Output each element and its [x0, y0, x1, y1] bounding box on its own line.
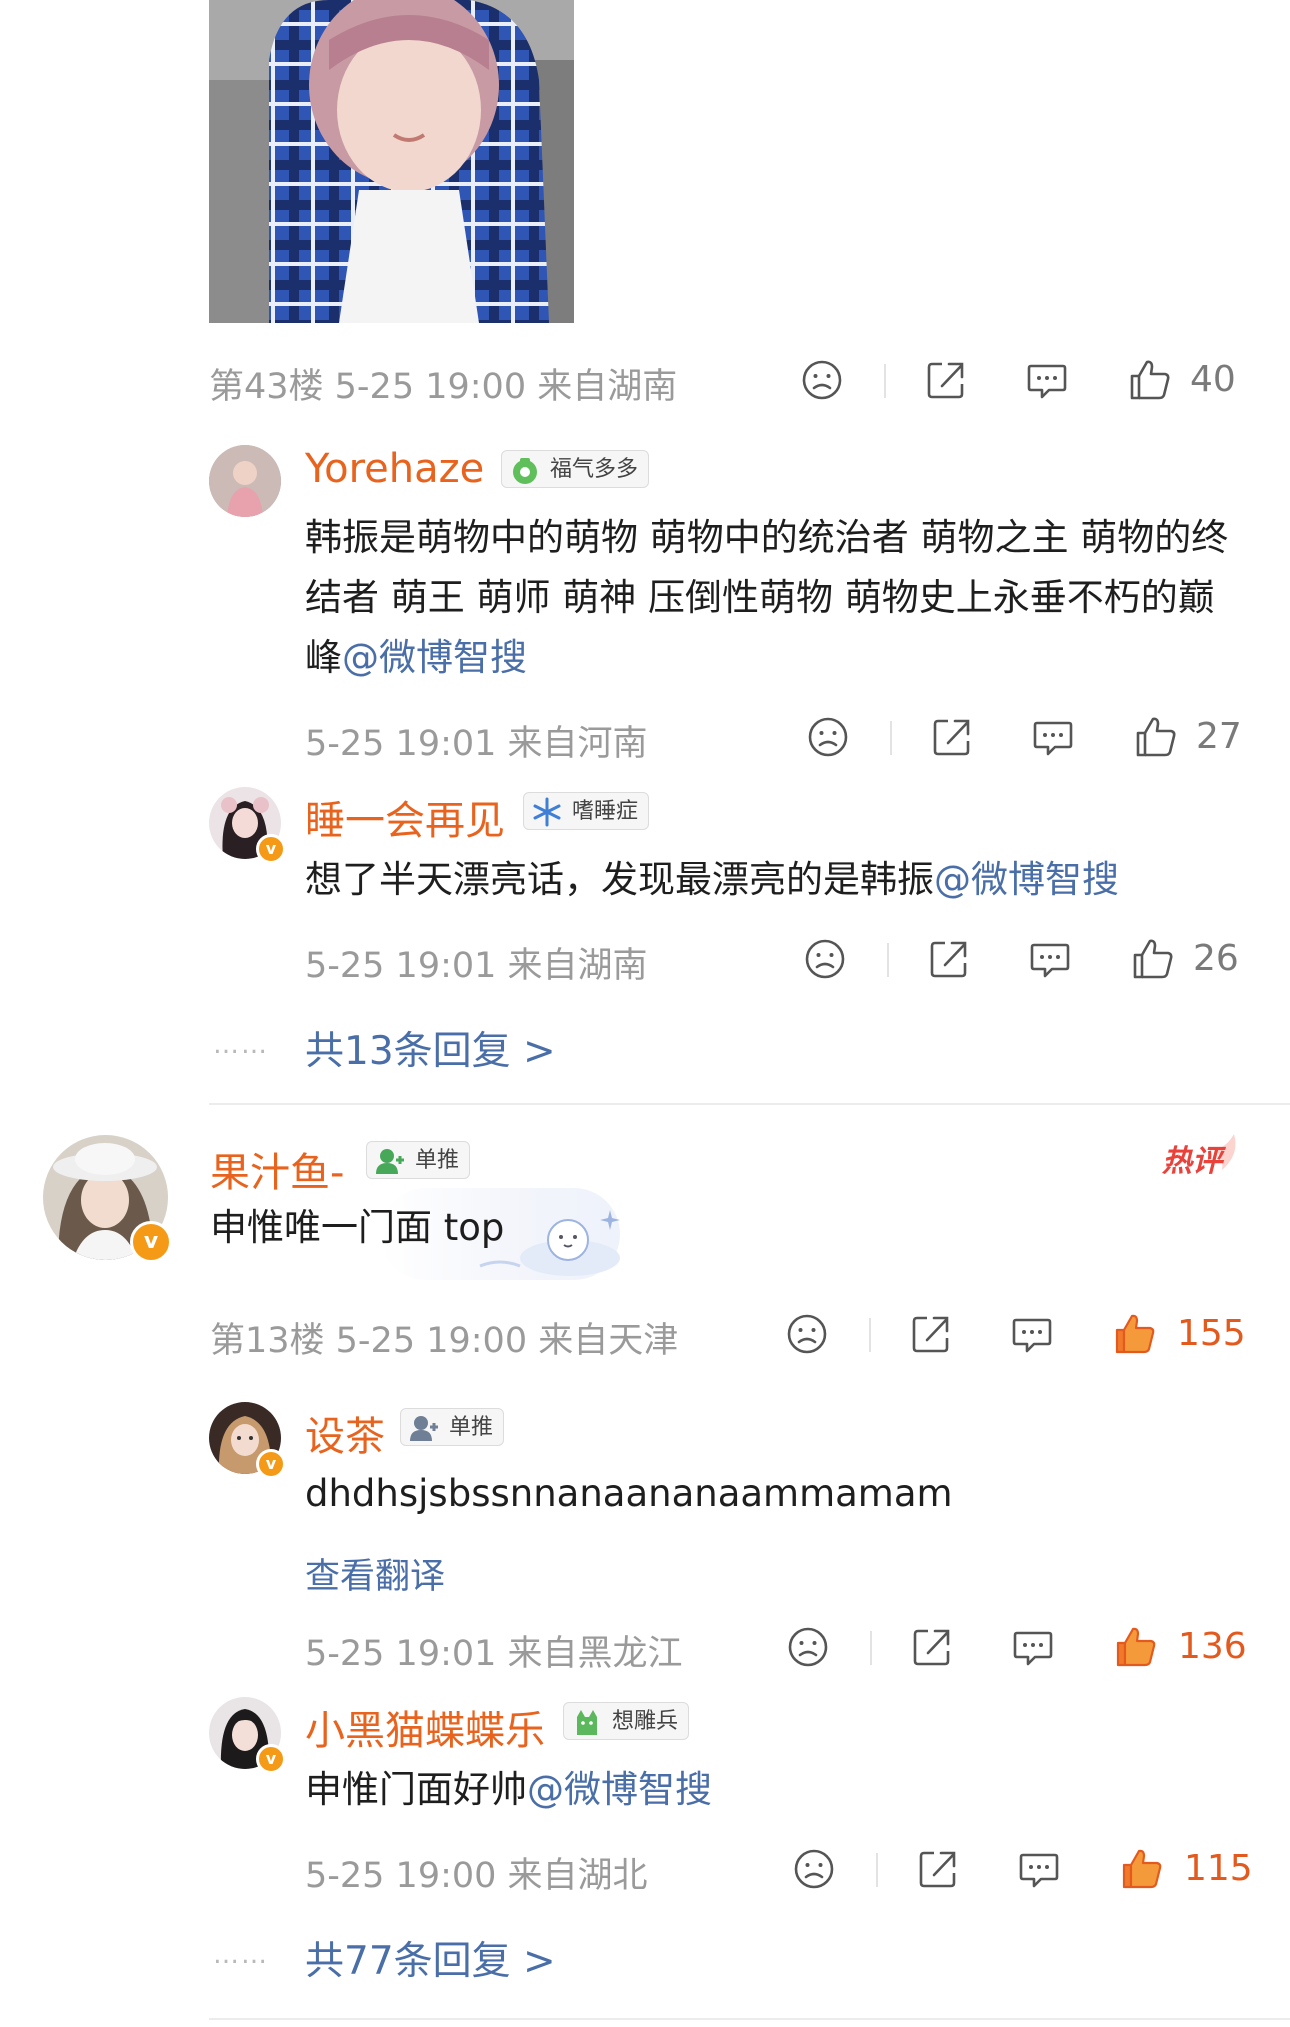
comment-text: 申惟门面好帅@微博智搜 — [305, 1760, 1245, 1820]
reply-meta: 5-25 19:00 来自湖北 — [305, 1856, 648, 1896]
verified-v-icon: v — [256, 1449, 286, 1479]
badge-label: 单推 — [415, 1148, 460, 1173]
sad-face-icon[interactable] — [786, 1625, 830, 1669]
divider — [876, 1853, 878, 1887]
badge-label: 福气多多 — [550, 457, 639, 482]
like-count: 136 — [1178, 1626, 1247, 1667]
divider — [869, 1318, 871, 1352]
like-count: 26 — [1193, 938, 1239, 979]
mention-link[interactable]: @微博智搜 — [527, 1768, 712, 1811]
divider — [209, 1103, 1290, 1105]
badge-label: 单推 — [449, 1415, 494, 1440]
thumbs-up-liked-icon[interactable] — [1114, 1625, 1158, 1669]
like-count: 40 — [1190, 359, 1236, 400]
photo-image — [209, 0, 574, 323]
floor-meta: 第13楼 5-25 19:00 来自天津 — [210, 1321, 679, 1361]
fan-badge[interactable]: 想雕兵 — [563, 1702, 690, 1740]
single-fan-icon — [410, 1416, 438, 1441]
username[interactable]: 睡一会再见 — [305, 788, 505, 846]
share-icon[interactable] — [916, 1847, 960, 1891]
action-bar: 155 — [785, 1312, 1246, 1362]
fan-badge[interactable]: 单推 — [400, 1408, 505, 1446]
ellipsis: …… — [213, 1030, 269, 1060]
comment-icon[interactable] — [1010, 1312, 1054, 1356]
sad-face-icon[interactable] — [785, 1312, 829, 1356]
comment-text: 想了半天漂亮话，发现最漂亮的是韩振@微博智搜 — [305, 850, 1245, 910]
share-icon[interactable] — [924, 358, 968, 402]
hot-label: 热评 — [1162, 1144, 1222, 1179]
share-icon[interactable] — [927, 937, 971, 981]
ellipsis: …… — [213, 1940, 269, 1970]
lucky-bag-icon — [513, 458, 537, 484]
action-bar: 136 — [786, 1625, 1247, 1675]
avatar-image — [209, 445, 281, 517]
verified-v-icon: v — [256, 834, 286, 864]
action-bar: 40 — [800, 358, 1250, 408]
badge-label: 想雕兵 — [612, 1709, 679, 1734]
username[interactable]: Yorehaze — [305, 446, 484, 492]
comment-icon[interactable] — [1028, 937, 1072, 981]
divider — [887, 943, 889, 977]
divider — [209, 2018, 1290, 2020]
action-bar: 26 — [803, 937, 1253, 987]
fan-badge[interactable]: 福气多多 — [501, 450, 650, 488]
floor-meta: 第43楼 5-25 19:00 来自湖南 — [209, 367, 678, 407]
username[interactable]: 果汁鱼- — [210, 1140, 344, 1198]
thumbs-up-liked-icon[interactable] — [1113, 1312, 1157, 1356]
divider — [884, 364, 886, 398]
badge-label: 嗜睡症 — [572, 799, 639, 824]
reply-meta: 5-25 19:01 来自河南 — [305, 724, 648, 764]
single-fan-icon — [376, 1149, 404, 1174]
sad-face-icon[interactable] — [800, 358, 844, 402]
like-count: 27 — [1196, 716, 1242, 757]
action-bar: 115 — [792, 1847, 1253, 1897]
fan-badge[interactable]: 单推 — [366, 1141, 471, 1179]
action-bar: 27 — [806, 715, 1256, 765]
like-count: 115 — [1184, 1848, 1253, 1889]
fan-badge[interactable]: 嗜睡症 — [523, 792, 650, 830]
more-replies-link[interactable]: 共77条回复 > — [305, 1930, 556, 1986]
thumbs-up-liked-icon[interactable] — [1120, 1847, 1164, 1891]
username[interactable]: 小黑猫蝶蝶乐 — [305, 1698, 545, 1756]
reply-meta: 5-25 19:01 来自湖南 — [305, 946, 648, 986]
comment-icon[interactable] — [1025, 358, 1069, 402]
avatar[interactable] — [209, 445, 281, 517]
comment-text: 申惟唯一门面 top — [210, 1206, 505, 1249]
comment-icon[interactable] — [1031, 715, 1075, 759]
reply-meta: 5-25 19:01 来自黑龙江 — [305, 1634, 683, 1674]
cat-icon — [577, 1710, 597, 1735]
mention-link[interactable]: @微博智搜 — [934, 858, 1119, 901]
sad-face-icon[interactable] — [792, 1847, 836, 1891]
comment-photo[interactable] — [209, 0, 574, 323]
sad-face-icon[interactable] — [803, 937, 847, 981]
sad-face-icon[interactable] — [806, 715, 850, 759]
comment-text: dhdhsjsbssnnanaananaammamam — [305, 1472, 953, 1515]
thumbs-up-icon[interactable] — [1131, 937, 1175, 981]
divider — [890, 721, 892, 755]
mention-link[interactable]: @微博智搜 — [342, 636, 527, 679]
share-icon[interactable] — [909, 1312, 953, 1356]
translate-link[interactable]: 查看翻译 — [305, 1548, 445, 1599]
thumbs-up-icon[interactable] — [1128, 358, 1172, 402]
username[interactable]: 设茶 — [305, 1404, 385, 1462]
comment-icon[interactable] — [1017, 1847, 1061, 1891]
share-icon[interactable] — [930, 715, 974, 759]
thumbs-up-icon[interactable] — [1134, 715, 1178, 759]
share-icon[interactable] — [910, 1625, 954, 1669]
snowflake-icon — [533, 797, 561, 827]
verified-v-icon: v — [256, 1744, 286, 1774]
comment-text: 韩振是萌物中的萌物 萌物中的统治者 萌物之主 萌物的终结者 萌王 萌师 萌神 压… — [305, 508, 1245, 688]
comment-body: 想了半天漂亮话，发现最漂亮的是韩振 — [305, 858, 934, 901]
comment-body: 申惟门面好帅 — [305, 1768, 527, 1811]
hot-comment-tag: 热评 — [1162, 1130, 1240, 1182]
verified-v-icon: v — [130, 1221, 172, 1263]
divider — [870, 1631, 872, 1665]
more-replies-link[interactable]: 共13条回复 > — [305, 1020, 556, 1076]
like-count: 155 — [1177, 1313, 1246, 1354]
comment-icon[interactable] — [1011, 1625, 1055, 1669]
